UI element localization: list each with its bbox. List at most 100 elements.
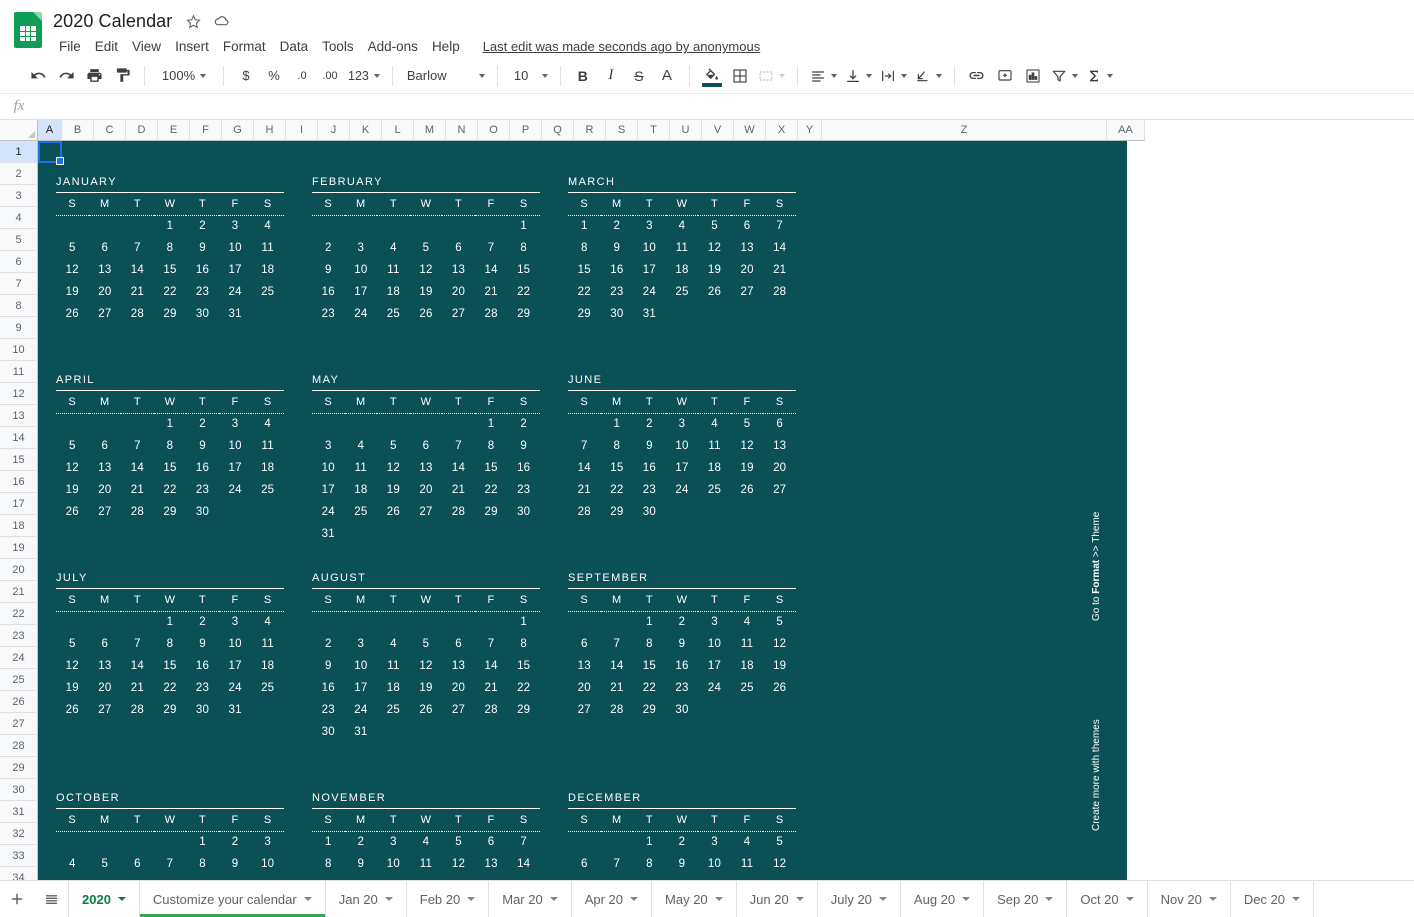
day-cell[interactable]: 1: [154, 215, 187, 237]
redo-icon[interactable]: [52, 62, 80, 90]
column-header-o[interactable]: O: [478, 120, 510, 141]
day-cell[interactable]: 9: [633, 435, 666, 457]
day-cell[interactable]: 23: [186, 281, 219, 303]
day-cell[interactable]: 16: [601, 259, 634, 281]
day-cell[interactable]: 3: [312, 435, 345, 457]
day-cell[interactable]: 3: [219, 215, 252, 237]
day-cell[interactable]: 30: [186, 501, 219, 523]
day-cell[interactable]: 19: [56, 479, 89, 501]
day-cell[interactable]: 16: [345, 875, 378, 880]
day-cell[interactable]: 6: [475, 831, 508, 853]
day-cell[interactable]: [475, 611, 508, 633]
day-cell[interactable]: 18: [410, 875, 443, 880]
day-cell[interactable]: [731, 303, 764, 325]
day-cell[interactable]: 10: [219, 237, 252, 259]
day-cell[interactable]: 11: [56, 875, 89, 880]
day-cell[interactable]: [731, 699, 764, 721]
chevron-down-icon[interactable]: [303, 897, 312, 901]
day-cell[interactable]: 26: [56, 501, 89, 523]
chevron-down-icon[interactable]: [467, 897, 476, 901]
day-cell[interactable]: 26: [410, 699, 443, 721]
day-cell[interactable]: 23: [312, 303, 345, 325]
day-cell[interactable]: [698, 501, 731, 523]
day-cell[interactable]: [442, 413, 475, 435]
day-cell[interactable]: 29: [154, 303, 187, 325]
day-cell[interactable]: 4: [251, 413, 284, 435]
row-header-2[interactable]: 2: [0, 163, 38, 185]
day-cell[interactable]: 27: [89, 303, 122, 325]
horizontal-align-icon[interactable]: [806, 62, 841, 90]
day-cell[interactable]: 10: [698, 853, 731, 875]
day-cell[interactable]: 23: [666, 677, 699, 699]
vertical-align-icon[interactable]: [841, 62, 876, 90]
day-cell[interactable]: 4: [731, 611, 764, 633]
day-cell[interactable]: 15: [507, 655, 540, 677]
bold-button[interactable]: B: [569, 62, 597, 90]
day-cell[interactable]: [377, 215, 410, 237]
day-cell[interactable]: 23: [312, 699, 345, 721]
day-cell[interactable]: 15: [633, 875, 666, 880]
day-cell[interactable]: 2: [186, 413, 219, 435]
day-cell[interactable]: 15: [154, 457, 187, 479]
day-cell[interactable]: 31: [345, 721, 378, 743]
row-header-27[interactable]: 27: [0, 713, 38, 735]
day-cell[interactable]: 3: [377, 831, 410, 853]
day-cell[interactable]: 26: [410, 303, 443, 325]
day-cell[interactable]: [345, 413, 378, 435]
day-cell[interactable]: 5: [763, 611, 796, 633]
day-cell[interactable]: 12: [56, 655, 89, 677]
day-cell[interactable]: 4: [698, 413, 731, 435]
day-cell[interactable]: 17: [698, 875, 731, 880]
text-color-button[interactable]: A: [653, 62, 681, 90]
day-cell[interactable]: 14: [121, 655, 154, 677]
day-cell[interactable]: 10: [219, 633, 252, 655]
row-header-5[interactable]: 5: [0, 229, 38, 251]
day-cell[interactable]: 26: [698, 281, 731, 303]
day-cell[interactable]: [568, 831, 601, 853]
day-cell[interactable]: 19: [763, 875, 796, 880]
day-cell[interactable]: 24: [312, 501, 345, 523]
day-cell[interactable]: 30: [601, 303, 634, 325]
day-cell[interactable]: 7: [763, 215, 796, 237]
day-cell[interactable]: 2: [186, 215, 219, 237]
day-cell[interactable]: [763, 501, 796, 523]
day-cell[interactable]: [121, 831, 154, 853]
day-cell[interactable]: 6: [568, 853, 601, 875]
menu-item-view[interactable]: View: [125, 36, 168, 57]
day-cell[interactable]: 13: [121, 875, 154, 880]
day-cell[interactable]: 16: [666, 655, 699, 677]
row-header-33[interactable]: 33: [0, 845, 38, 867]
day-cell[interactable]: 1: [633, 611, 666, 633]
day-cell[interactable]: [410, 215, 443, 237]
day-cell[interactable]: 29: [154, 699, 187, 721]
day-cell[interactable]: 7: [601, 633, 634, 655]
row-header-34[interactable]: 34: [0, 867, 38, 880]
row-header-1[interactable]: 1: [0, 141, 38, 163]
day-cell[interactable]: 11: [377, 655, 410, 677]
row-header-7[interactable]: 7: [0, 273, 38, 295]
row-header-16[interactable]: 16: [0, 471, 38, 493]
day-cell[interactable]: 12: [410, 655, 443, 677]
day-cell[interactable]: 10: [666, 435, 699, 457]
day-cell[interactable]: 9: [601, 237, 634, 259]
day-cell[interactable]: 10: [345, 259, 378, 281]
day-cell[interactable]: [89, 215, 122, 237]
day-cell[interactable]: [312, 215, 345, 237]
sheet-tab-aug-20[interactable]: Aug 20: [900, 881, 985, 917]
day-cell[interactable]: [507, 523, 540, 545]
day-cell[interactable]: [475, 215, 508, 237]
day-cell[interactable]: 14: [121, 457, 154, 479]
row-header-8[interactable]: 8: [0, 295, 38, 317]
day-cell[interactable]: 17: [377, 875, 410, 880]
day-cell[interactable]: 28: [763, 281, 796, 303]
day-cell[interactable]: [698, 699, 731, 721]
day-cell[interactable]: 28: [568, 501, 601, 523]
day-cell[interactable]: 14: [442, 457, 475, 479]
day-cell[interactable]: [154, 831, 187, 853]
strikethrough-button[interactable]: S: [625, 62, 653, 90]
day-cell[interactable]: 8: [475, 435, 508, 457]
column-header-d[interactable]: D: [126, 120, 158, 141]
print-icon[interactable]: [80, 62, 108, 90]
day-cell[interactable]: 2: [666, 611, 699, 633]
row-header-20[interactable]: 20: [0, 559, 38, 581]
